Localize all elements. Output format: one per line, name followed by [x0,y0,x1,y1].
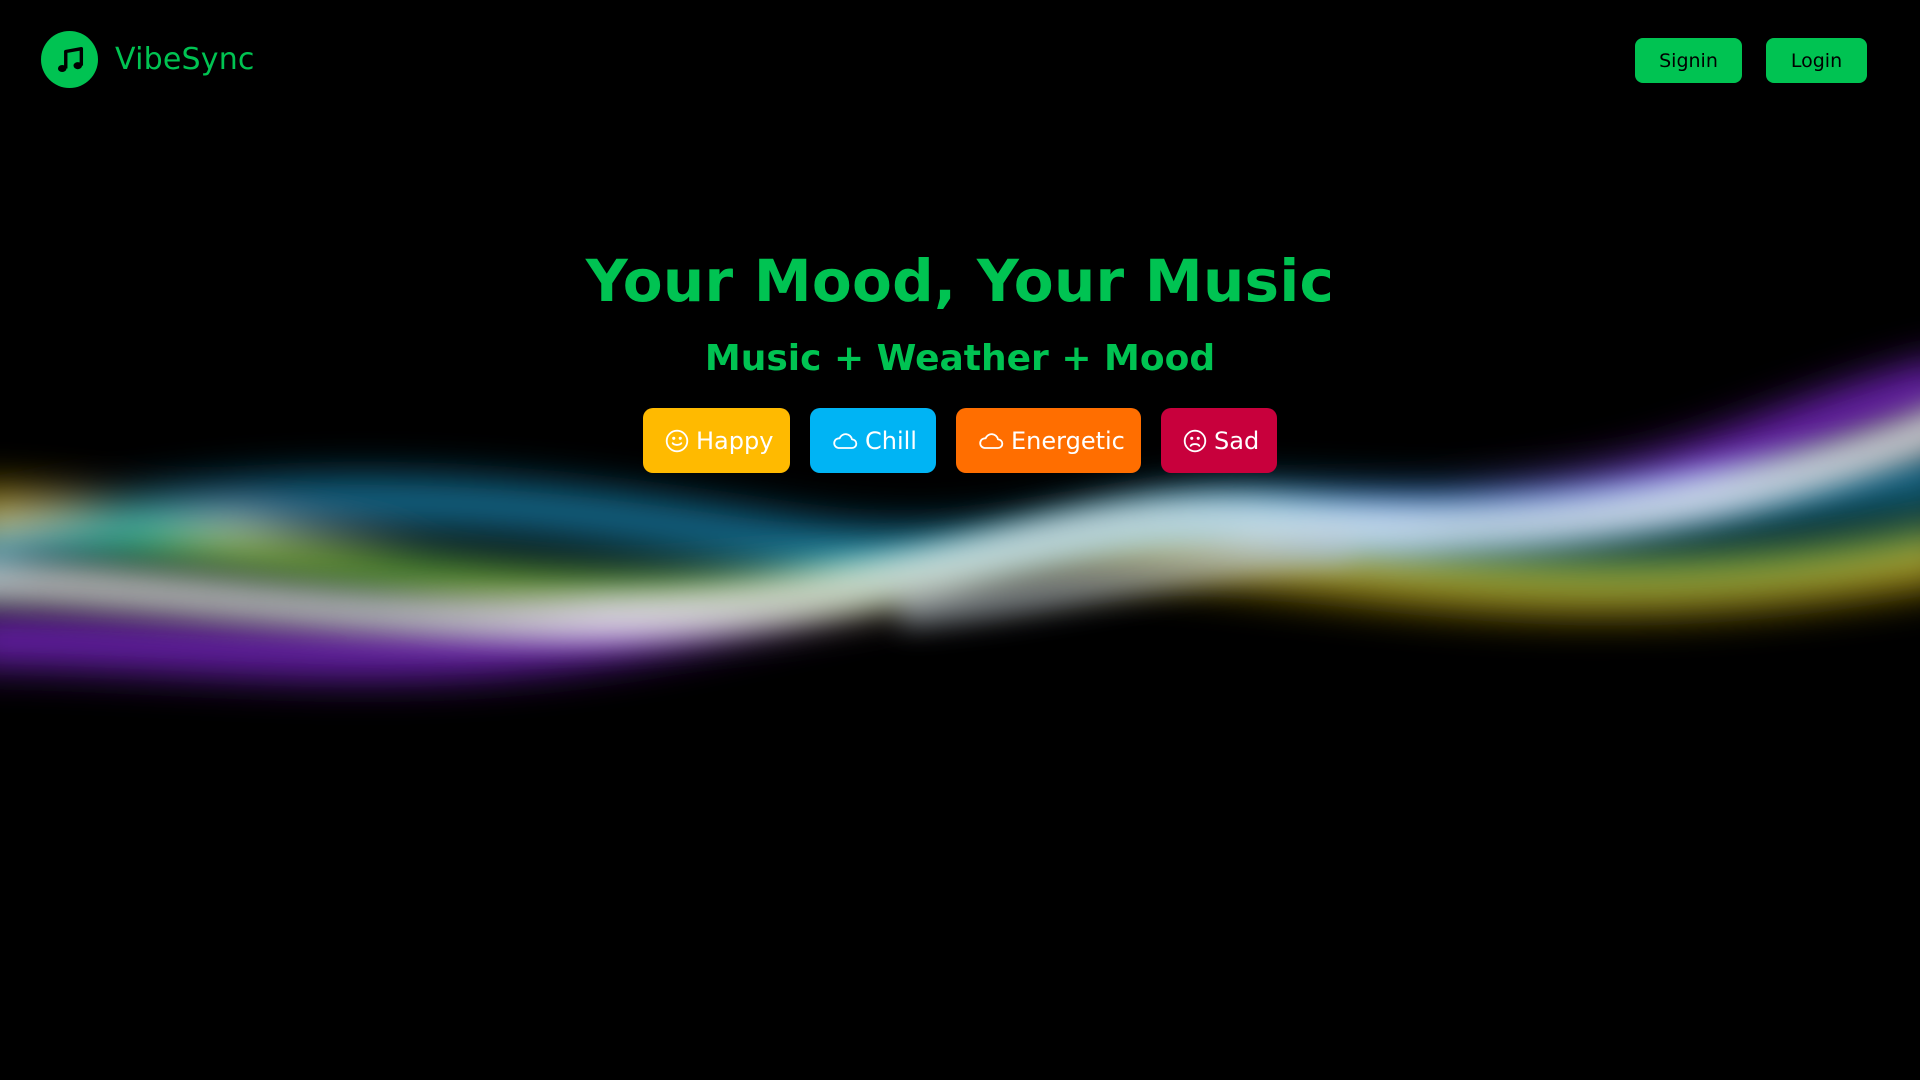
mood-button-chill[interactable]: Chill [810,408,936,473]
hero-subtitle: Music + Weather + Mood [704,338,1216,379]
cloud-icon [831,428,859,454]
mood-button-energetic[interactable]: Energetic [956,408,1141,473]
brand-link[interactable]: VibeSync [41,31,255,88]
signin-button[interactable]: Signin [1635,38,1742,83]
cloud-icon [977,428,1005,454]
mood-button-sad[interactable]: Sad [1161,408,1277,473]
auth-buttons: Signin Login [1635,38,1867,83]
frown-icon [1182,428,1208,454]
music-note-icon [41,31,98,88]
glow-wave-background [0,369,1920,674]
mood-label-happy: Happy [696,426,774,455]
hero-title: Your Mood, Your Music [585,247,1335,315]
wave-band-green [0,521,1920,606]
mood-button-happy[interactable]: Happy [643,408,790,473]
wave-band-yellow [0,493,1920,618]
mood-label-chill: Chill [865,426,917,455]
hero-section: Your Mood, Your Music Music + Weather + … [0,245,1920,473]
wave-band-cyan [0,457,1920,571]
mood-label-sad: Sad [1214,426,1260,455]
mood-buttons: Happy Chill Energetic Sad [0,408,1920,473]
wave-band-gray [898,528,1352,627]
login-button[interactable]: Login [1766,38,1867,83]
mood-label-energetic: Energetic [1011,426,1125,455]
page-root: VibeSync Signin Login Your Mood, Your Mu… [0,0,1920,1080]
top-navbar: VibeSync Signin Login [0,0,1920,120]
smile-icon [664,428,690,454]
brand-name: VibeSync [115,42,255,77]
